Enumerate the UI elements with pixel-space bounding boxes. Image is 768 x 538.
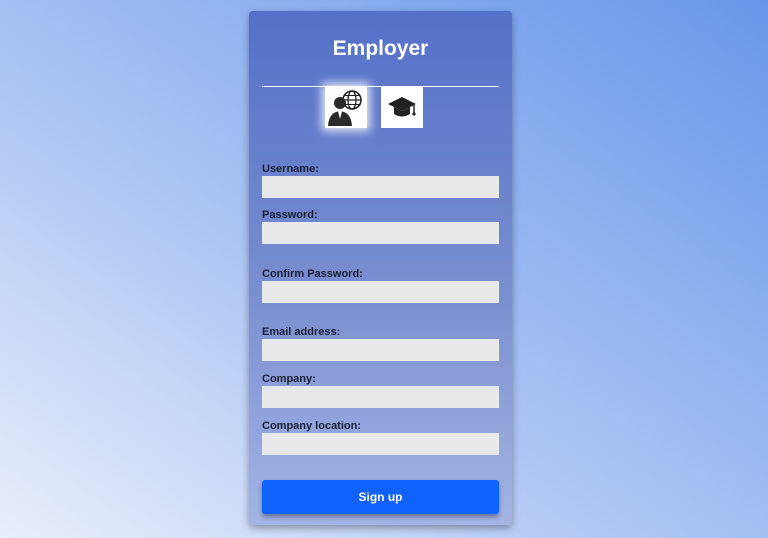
email-input[interactable] bbox=[262, 339, 499, 361]
student-role-button[interactable] bbox=[381, 86, 423, 128]
signup-card: Employer Username: Password: Confirm Pas… bbox=[249, 11, 512, 525]
company-input[interactable] bbox=[262, 386, 499, 408]
username-label: Username: bbox=[262, 163, 319, 175]
email-label: Email address: bbox=[262, 326, 341, 338]
company-location-input[interactable] bbox=[262, 433, 499, 455]
employer-role-button[interactable] bbox=[325, 86, 367, 128]
password-label: Password: bbox=[262, 209, 318, 221]
company-location-label: Company location: bbox=[262, 420, 362, 432]
confirm-password-label: Confirm Password: bbox=[262, 268, 363, 280]
employer-globe-person-icon bbox=[328, 90, 362, 126]
confirm-password-input[interactable] bbox=[262, 281, 499, 303]
form-title: Employer bbox=[332, 37, 429, 60]
username-input[interactable] bbox=[262, 176, 499, 198]
sign-up-button[interactable]: Sign up bbox=[262, 480, 499, 514]
graduation-cap-icon bbox=[388, 97, 416, 117]
company-label: Company: bbox=[262, 373, 316, 385]
password-input[interactable] bbox=[262, 222, 499, 244]
